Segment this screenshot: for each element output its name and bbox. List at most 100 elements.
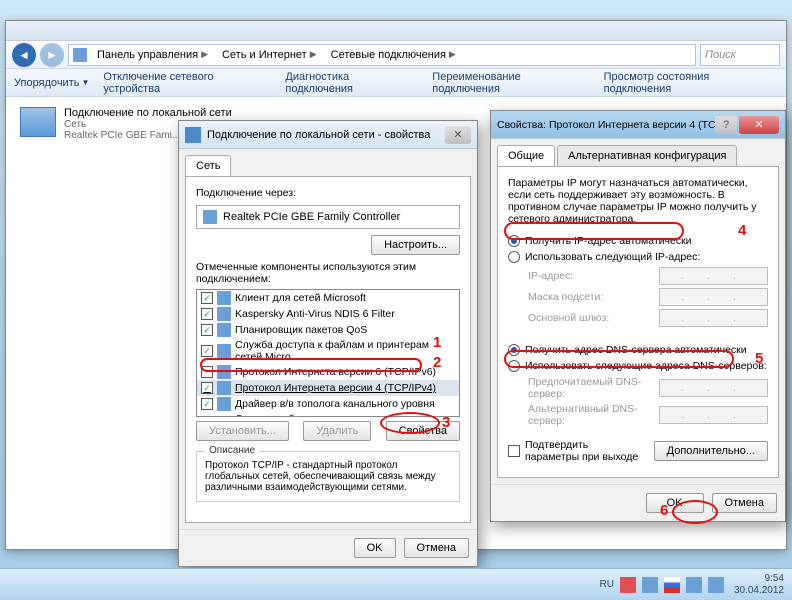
ipv4-properties-dialog: Свойства: Протокол Интернета версии 4 (T… [490,110,786,522]
component-item-ipv6[interactable]: ✓Протокол Интернета версии 6 (TCP/IPv6) [197,364,459,380]
language-indicator[interactable]: RU [599,579,613,590]
annotation-5: 5 [755,350,763,367]
component-icon [217,344,231,358]
tab-panel: Подключение через: Realtek PCIe GBE Fami… [185,176,471,523]
confirm-checkbox[interactable]: ✓ [508,445,520,457]
help-button[interactable]: ? [715,116,737,134]
dialog-titlebar[interactable]: Свойства: Протокол Интернета версии 4 (T… [491,111,785,139]
component-item[interactable]: ✓Клиент для сетей Microsoft [197,290,459,306]
toolbar-status[interactable]: Просмотр состояния подключения [604,71,778,95]
network-adapter-icon [20,107,56,137]
dialog-title: Подключение по локальной сети - свойства [207,129,430,141]
component-item[interactable]: ✓Планировщик пакетов QoS [197,322,459,338]
taskbar[interactable]: RU 9:54 30.04.2012 [0,568,792,600]
ip-auto-radio-row[interactable]: Получить IP-адрес автоматически [508,235,768,247]
description-text: Протокол TCP/IP - стандартный протокол г… [205,460,451,493]
checkbox[interactable]: ✓ [201,292,213,304]
dns-manual-label: Использовать следующие адреса DNS-сервер… [525,360,767,372]
chevron-right-icon: ▶ [201,49,208,60]
component-item[interactable]: ✓Kaspersky Anti-Virus NDIS 6 Filter [197,306,459,322]
component-item[interactable]: ✓Служба доступа к файлам и принтерам сет… [197,338,459,364]
checkbox[interactable]: ✓ [201,308,213,320]
location-icon [73,48,87,62]
dns-auto-label: Получить адрес DNS-сервера автоматически [525,344,747,356]
tray-icon[interactable] [642,577,658,593]
checkbox[interactable]: ✓ [201,398,213,410]
breadcrumb[interactable]: Сеть и Интернет▶ [218,49,321,61]
component-icon [217,323,231,337]
search-input[interactable]: Поиск [700,44,780,66]
dns-auto-radio-row[interactable]: Получить адрес DNS-сервера автоматически [508,344,768,356]
dns1-label: Предпочитаемый DNS-сервер: [528,376,653,400]
component-item-ipv4[interactable]: ✓Протокол Интернета версии 4 (TCP/IPv4) [197,380,459,396]
radio-button[interactable] [508,344,520,356]
radio-button[interactable] [508,251,520,263]
explorer-toolbar: Упорядочить ▼ Отключение сетевого устрой… [6,69,786,97]
radio-button[interactable] [508,235,520,247]
close-button[interactable]: ✕ [739,116,779,134]
breadcrumb[interactable]: Панель управления▶ [93,49,212,61]
advanced-button[interactable]: Дополнительно... [654,441,768,461]
checkbox[interactable]: ✓ [201,366,213,378]
components-label: Отмеченные компоненты используются этим … [196,261,460,285]
adapter-name: Realtek PCIe GBE Family Controller [223,211,400,223]
clock-time: 9:54 [734,573,784,585]
clock-date: 30.04.2012 [734,585,784,597]
tab-panel: Параметры IP могут назначаться автоматич… [497,166,779,478]
nav-back-button[interactable]: ◄ [12,43,36,67]
annotation-4: 4 [738,222,746,239]
ip-address-label: IP-адрес: [528,270,653,282]
ok-button[interactable]: OK [354,538,396,558]
cancel-button[interactable]: Отмена [712,493,777,513]
cancel-button[interactable]: Отмена [404,538,469,558]
network-icon[interactable] [686,577,702,593]
chevron-down-icon: ▼ [81,78,89,87]
dns-manual-radio-row[interactable]: Использовать следующие адреса DNS-сервер… [508,360,768,372]
explorer-navbar: ◄ ► Панель управления▶ Сеть и Интернет▶ … [6,41,786,69]
component-icon [217,365,231,379]
adapter-field: Realtek PCIe GBE Family Controller [196,205,460,229]
subnet-mask-input: . . . [659,288,768,306]
toolbar-diagnose[interactable]: Диагностика подключения [285,71,418,95]
volume-icon[interactable] [708,577,724,593]
system-tray: RU [599,577,723,593]
chevron-right-icon: ▶ [310,49,317,60]
ok-button[interactable]: OK [646,493,704,513]
description-title: Описание [205,445,259,456]
install-button[interactable]: Установить... [196,421,289,441]
component-icon [217,397,231,411]
components-list[interactable]: ✓Клиент для сетей Microsoft ✓Kaspersky A… [196,289,460,417]
component-item[interactable]: ✓Драйвер в/в тополога канального уровня [197,396,459,412]
tab-network[interactable]: Сеть [185,155,231,176]
tab-general[interactable]: Общие [497,145,555,166]
explorer-titlebar[interactable] [6,21,786,41]
radio-button[interactable] [508,360,520,372]
dns1-input: . . . [659,379,768,397]
dns2-label: Альтернативный DNS-сервер: [528,403,653,427]
close-button[interactable]: ✕ [445,126,471,144]
checkbox[interactable]: ✓ [201,324,213,336]
ip-auto-label: Получить IP-адрес автоматически [525,235,692,247]
adapter-icon [203,210,217,224]
component-item[interactable]: ✓Ответчик обнаружения топологии канально… [197,412,459,417]
checkbox[interactable]: ✓ [201,382,213,394]
chevron-right-icon: ▶ [449,49,456,60]
gateway-input: . . . [659,309,768,327]
breadcrumb[interactable]: Сетевые подключения▶ [327,49,460,61]
connection-name: Подключение по локальной сети [64,107,232,119]
checkbox[interactable]: ✓ [201,345,213,357]
uninstall-button[interactable]: Удалить [303,421,371,441]
toolbar-rename[interactable]: Переименование подключения [432,71,589,95]
flag-icon[interactable] [664,577,680,593]
ip-manual-radio-row[interactable]: Использовать следующий IP-адрес: [508,251,768,263]
clock[interactable]: 9:54 30.04.2012 [734,573,784,597]
tray-icon[interactable] [620,577,636,593]
nav-forward-button[interactable]: ► [40,43,64,67]
address-bar[interactable]: Панель управления▶ Сеть и Интернет▶ Сете… [68,44,696,66]
configure-button[interactable]: Настроить... [371,235,460,255]
annotation-1: 1 [433,334,441,351]
toolbar-disable[interactable]: Отключение сетевого устройства [103,71,271,95]
toolbar-organize[interactable]: Упорядочить ▼ [14,77,89,89]
tab-alternate[interactable]: Альтернативная конфигурация [557,145,737,166]
dialog-titlebar[interactable]: Подключение по локальной сети - свойства… [179,121,477,149]
